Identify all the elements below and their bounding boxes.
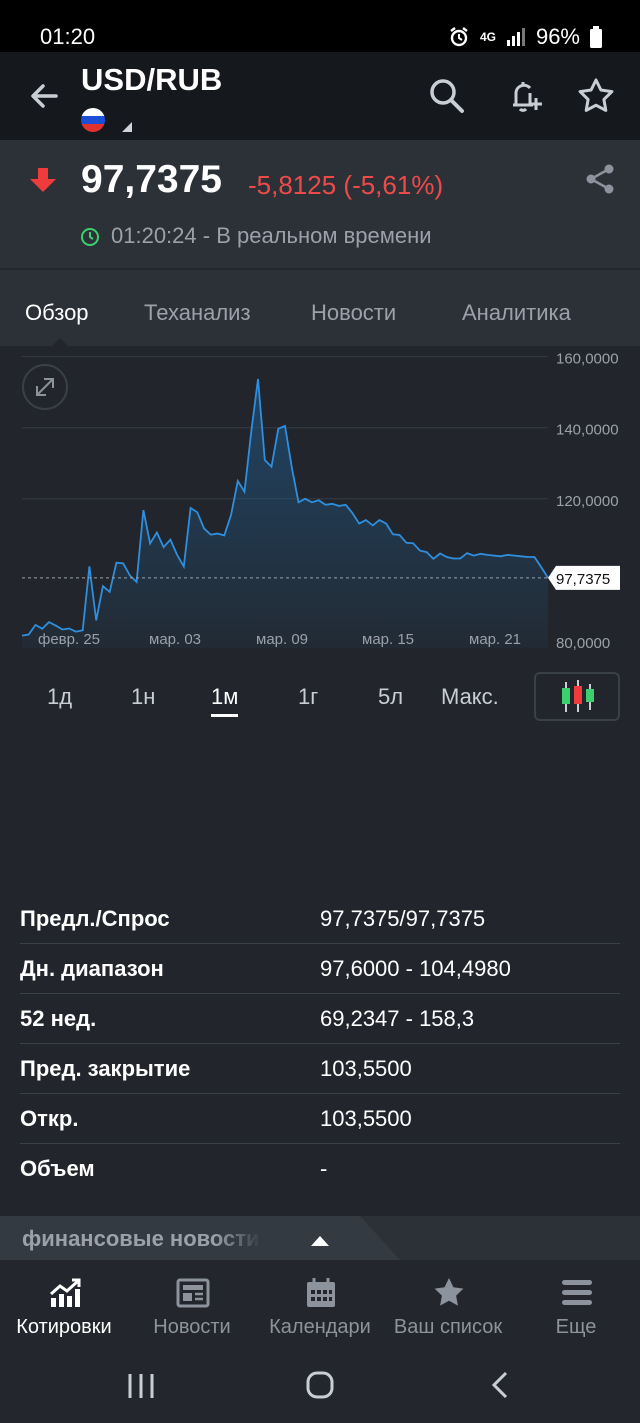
nav-label: Еще bbox=[555, 1316, 597, 1338]
stat-label: Откр. bbox=[20, 1106, 79, 1131]
stat-row-day-range: Дн. диапазон 97,6000 - 104,4980 bbox=[20, 944, 620, 994]
nav-watchlist[interactable]: Ваш список bbox=[384, 1260, 512, 1352]
y-tick-label: 80,0000 bbox=[556, 635, 610, 652]
recent-apps-icon[interactable] bbox=[126, 1372, 156, 1400]
active-tab-pointer bbox=[52, 338, 68, 346]
range-1y[interactable]: 1г bbox=[298, 684, 318, 710]
status-time: 01:20 bbox=[40, 24, 96, 49]
range-1w[interactable]: 1н bbox=[131, 684, 155, 710]
stat-value: 103,5500 bbox=[320, 1056, 412, 1081]
quote-panel: 97,7375 -5,8125 (-5,61%) 01:20:24 - В ре… bbox=[0, 140, 640, 268]
tab-news[interactable]: Новости bbox=[311, 300, 396, 326]
x-tick-label: февр. 25 bbox=[38, 631, 100, 648]
system-navigation-bar bbox=[0, 1352, 640, 1423]
candlestick-icon bbox=[562, 680, 594, 712]
nav-quotes[interactable]: Котировки bbox=[0, 1260, 128, 1352]
nav-label: Календари bbox=[269, 1316, 371, 1338]
nav-calendars[interactable]: Календари bbox=[256, 1260, 384, 1352]
bell-plus-icon[interactable] bbox=[505, 76, 545, 116]
range-max[interactable]: Макс. bbox=[441, 684, 499, 710]
y-tick-label: 120,0000 bbox=[556, 493, 619, 510]
y-tick-label: 140,0000 bbox=[556, 422, 619, 439]
last-price: 97,7375 bbox=[81, 158, 222, 201]
y-tick-label: 160,0000 bbox=[556, 351, 619, 368]
page-title: USD/RUB bbox=[81, 62, 223, 97]
signal-icon bbox=[506, 28, 525, 46]
stat-label: Предл./Спрос bbox=[20, 906, 170, 931]
status-bar: 01:20 4G 96% bbox=[0, 0, 640, 52]
stat-value: 103,5500 bbox=[320, 1106, 412, 1131]
section-tabs: Обзор Теханализ Новости Аналитика bbox=[0, 268, 640, 346]
series-area bbox=[22, 379, 548, 648]
search-icon[interactable] bbox=[427, 76, 467, 116]
chart-type-button[interactable] bbox=[534, 672, 620, 721]
status-icons: 4G 96% bbox=[448, 24, 602, 50]
arrow-down-icon bbox=[30, 168, 56, 192]
clock-icon bbox=[81, 228, 99, 246]
star-outline-icon[interactable] bbox=[576, 76, 616, 116]
realtime-status: 01:20:24 - В реальном времени bbox=[111, 223, 432, 248]
price-chart[interactable]: 160,0000140,0000120,0000100,000080,00009… bbox=[0, 346, 640, 656]
stat-value: 69,2347 - 158,3 bbox=[320, 1006, 475, 1031]
quote-stats-table: Предл./Спрос 97,7375/97,7375 Дн. диапазо… bbox=[20, 894, 620, 1194]
network-icon: 4G bbox=[479, 30, 496, 44]
price-change: -5,8125 (-5,61%) bbox=[248, 170, 444, 200]
battery-icon bbox=[590, 26, 602, 48]
stat-row-bid-ask: Предл./Спрос 97,7375/97,7375 bbox=[20, 894, 620, 944]
stat-label: Дн. диапазон bbox=[20, 956, 164, 981]
bottom-navigation: Котировки Новости Календари Ваш список Е… bbox=[0, 1260, 640, 1352]
stat-value: 97,6000 - 104,4980 bbox=[320, 956, 511, 981]
news-drawer-label[interactable]: финансовые новости bbox=[22, 1226, 262, 1252]
stat-label: Объем bbox=[20, 1156, 95, 1181]
tab-analytics[interactable]: Аналитика bbox=[462, 300, 571, 326]
flag-dropdown-caret-icon[interactable] bbox=[122, 122, 132, 132]
battery-percent: 96% bbox=[535, 24, 580, 49]
calendar-icon bbox=[307, 1278, 335, 1307]
nav-label: Новости bbox=[153, 1316, 231, 1338]
expand-icon bbox=[36, 378, 54, 396]
nav-label: Ваш список bbox=[393, 1316, 503, 1338]
chart-up-icon bbox=[50, 1278, 81, 1307]
stat-row-52-week: 52 нед. 69,2347 - 158,3 bbox=[20, 994, 620, 1044]
nav-more[interactable]: Еще bbox=[512, 1260, 640, 1352]
range-1m[interactable]: 1м bbox=[211, 684, 239, 717]
range-5y[interactable]: 5л bbox=[378, 684, 403, 710]
expand-chart-button[interactable] bbox=[22, 364, 68, 410]
stat-row-prev-close: Пред. закрытие 103,5500 bbox=[20, 1044, 620, 1094]
x-tick-label: мар. 15 bbox=[362, 631, 414, 648]
x-tick-label: мар. 03 bbox=[149, 631, 201, 648]
x-tick-label: мар. 09 bbox=[256, 631, 308, 648]
last-price-label: 97,7375 bbox=[556, 571, 610, 588]
menu-icon bbox=[562, 1280, 592, 1305]
tab-overview[interactable]: Обзор bbox=[25, 300, 89, 326]
chevron-up-icon[interactable] bbox=[311, 1236, 329, 1246]
share-icon[interactable] bbox=[583, 162, 617, 196]
star-icon bbox=[434, 1278, 464, 1306]
stat-row-volume: Объем - bbox=[20, 1144, 620, 1194]
tab-technical[interactable]: Теханализ bbox=[144, 300, 251, 326]
alarm-icon bbox=[450, 27, 468, 47]
stat-label: Пред. закрытие bbox=[20, 1056, 191, 1081]
back-nav-icon[interactable] bbox=[486, 1370, 516, 1400]
arrow-left-icon[interactable] bbox=[22, 74, 66, 118]
stat-label: 52 нед. bbox=[20, 1006, 97, 1031]
nav-label: Котировки bbox=[16, 1316, 112, 1338]
x-tick-label: мар. 21 bbox=[469, 631, 521, 648]
stat-value: 97,7375/97,7375 bbox=[320, 906, 486, 931]
home-icon[interactable] bbox=[305, 1370, 335, 1400]
app-bar: USD/RUB bbox=[0, 52, 640, 140]
stat-value: - bbox=[320, 1156, 328, 1181]
russia-flag-icon[interactable] bbox=[81, 108, 105, 132]
newspaper-icon bbox=[176, 1278, 210, 1308]
nav-news[interactable]: Новости bbox=[128, 1260, 256, 1352]
stat-row-open: Откр. 103,5500 bbox=[20, 1094, 620, 1144]
range-1d[interactable]: 1д bbox=[47, 684, 72, 710]
